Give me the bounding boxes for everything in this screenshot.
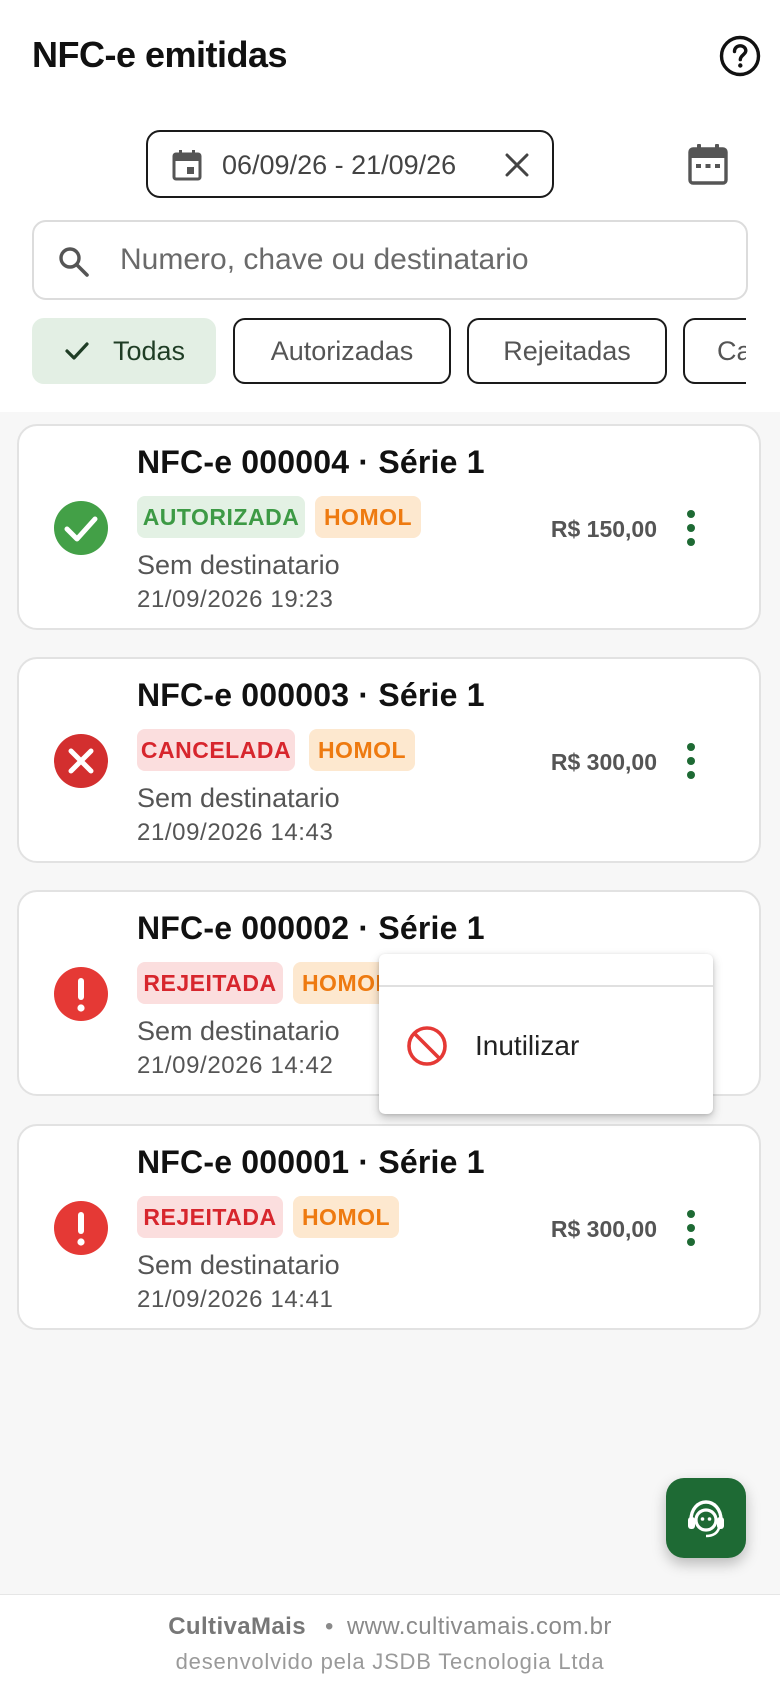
- status-badge: REJEITADA: [137, 1196, 283, 1238]
- support-agent-icon: [688, 1500, 724, 1538]
- status-badge: AUTORIZADA: [137, 496, 305, 538]
- invoice-amount: R$ 150,00: [550, 516, 657, 542]
- search-input[interactable]: [120, 236, 720, 284]
- page-title: NFC-e emitidas: [32, 34, 288, 75]
- menu-item-inutilizar[interactable]: Inutilizar: [379, 1010, 713, 1090]
- card-context-menu: Inutilizar: [379, 954, 713, 1114]
- calendar-icon[interactable]: [684, 140, 732, 188]
- invoice-recipient: Sem destinatario: [137, 550, 340, 580]
- menu-divider: [379, 985, 713, 987]
- alert-circle-icon: [54, 967, 108, 1021]
- environment-badge: HOMOL: [315, 496, 421, 538]
- invoice-date: 21/09/2026 14:41: [137, 1286, 334, 1313]
- footer-credit: desenvolvido pela JSDB Tecnologia Ltda: [175, 1649, 605, 1674]
- invoice-title: NFC-e 000002 · Série 1: [137, 910, 485, 946]
- invoice-recipient: Sem destinatario: [137, 783, 340, 813]
- alert-circle-icon: [54, 1201, 108, 1255]
- invoice-card[interactable]: NFC-e 000004 · Série 1 AUTORIZADA HOMOL …: [17, 424, 761, 630]
- calendar-today-icon: [172, 150, 202, 181]
- check-icon: [65, 342, 89, 360]
- check-circle-icon: [54, 501, 108, 555]
- filter-chips: Todas Autorizadas Rejeitadas Canceladas: [32, 318, 746, 386]
- invoice-amount: R$ 300,00: [550, 749, 657, 775]
- date-range-field[interactable]: 06/09/26 - 21/09/26: [146, 130, 554, 198]
- invoice-title: NFC-e 000003 · Série 1: [137, 677, 485, 713]
- date-range-text: 06/09/26 - 21/09/26: [222, 150, 457, 180]
- more-vert-icon[interactable]: [673, 741, 709, 781]
- chip-autorizadas[interactable]: Autorizadas: [233, 318, 451, 384]
- footer-site-link[interactable]: www.cultivamais.com.br: [347, 1613, 612, 1640]
- invoice-date: 21/09/2026 14:42: [137, 1052, 334, 1079]
- more-vert-icon[interactable]: [673, 1208, 709, 1248]
- menu-item-label: Inutilizar: [475, 1030, 580, 1061]
- chip-label: Todas: [112, 335, 186, 366]
- footer: CultivaMais • www.cultivamais.com.br des…: [0, 1594, 780, 1688]
- status-badge: CANCELADA: [137, 729, 295, 771]
- chip-label: Autorizadas: [270, 335, 414, 366]
- footer-brand-line: CultivaMais • www.cultivamais.com.br: [0, 1613, 780, 1641]
- footer-separator: •: [325, 1613, 334, 1640]
- invoice-amount: R$ 300,00: [550, 1216, 657, 1242]
- help-circle-icon[interactable]: [718, 34, 762, 78]
- invoice-title: NFC-e 000004 · Série 1: [137, 444, 485, 480]
- chip-canceladas[interactable]: Canceladas: [683, 318, 746, 384]
- invoice-card[interactable]: NFC-e 000003 · Série 1 CANCELADA HOMOL S…: [17, 657, 761, 863]
- invoice-card[interactable]: NFC-e 000001 · Série 1 REJEITADA HOMOL S…: [17, 1124, 761, 1330]
- x-circle-icon: [54, 734, 108, 788]
- chip-label: Canceladas: [717, 335, 746, 366]
- environment-badge: HOMOL: [309, 729, 415, 771]
- ban-icon: [407, 1026, 447, 1066]
- environment-badge: HOMOL: [293, 1196, 399, 1238]
- invoice-recipient: Sem destinatario: [137, 1016, 340, 1046]
- search-field[interactable]: [32, 220, 748, 300]
- more-vert-icon[interactable]: [673, 508, 709, 548]
- chip-rejeitadas[interactable]: Rejeitadas: [467, 318, 667, 384]
- status-badge: REJEITADA: [137, 962, 283, 1004]
- footer-brand: CultivaMais: [168, 1613, 306, 1640]
- invoice-recipient: Sem destinatario: [137, 1250, 340, 1280]
- chip-label: Rejeitadas: [503, 335, 631, 366]
- invoice-date: 21/09/2026 19:23: [137, 586, 334, 613]
- support-fab-button[interactable]: [666, 1478, 746, 1558]
- chip-todas[interactable]: Todas: [32, 318, 216, 384]
- search-icon: [59, 247, 89, 277]
- invoice-title: NFC-e 000001 · Série 1: [137, 1144, 485, 1180]
- close-icon[interactable]: [502, 150, 532, 180]
- invoice-date: 21/09/2026 14:43: [137, 819, 334, 846]
- top-bar: NFC-e emitidas 06/09/26 - 21/09/26 Numer…: [0, 0, 780, 412]
